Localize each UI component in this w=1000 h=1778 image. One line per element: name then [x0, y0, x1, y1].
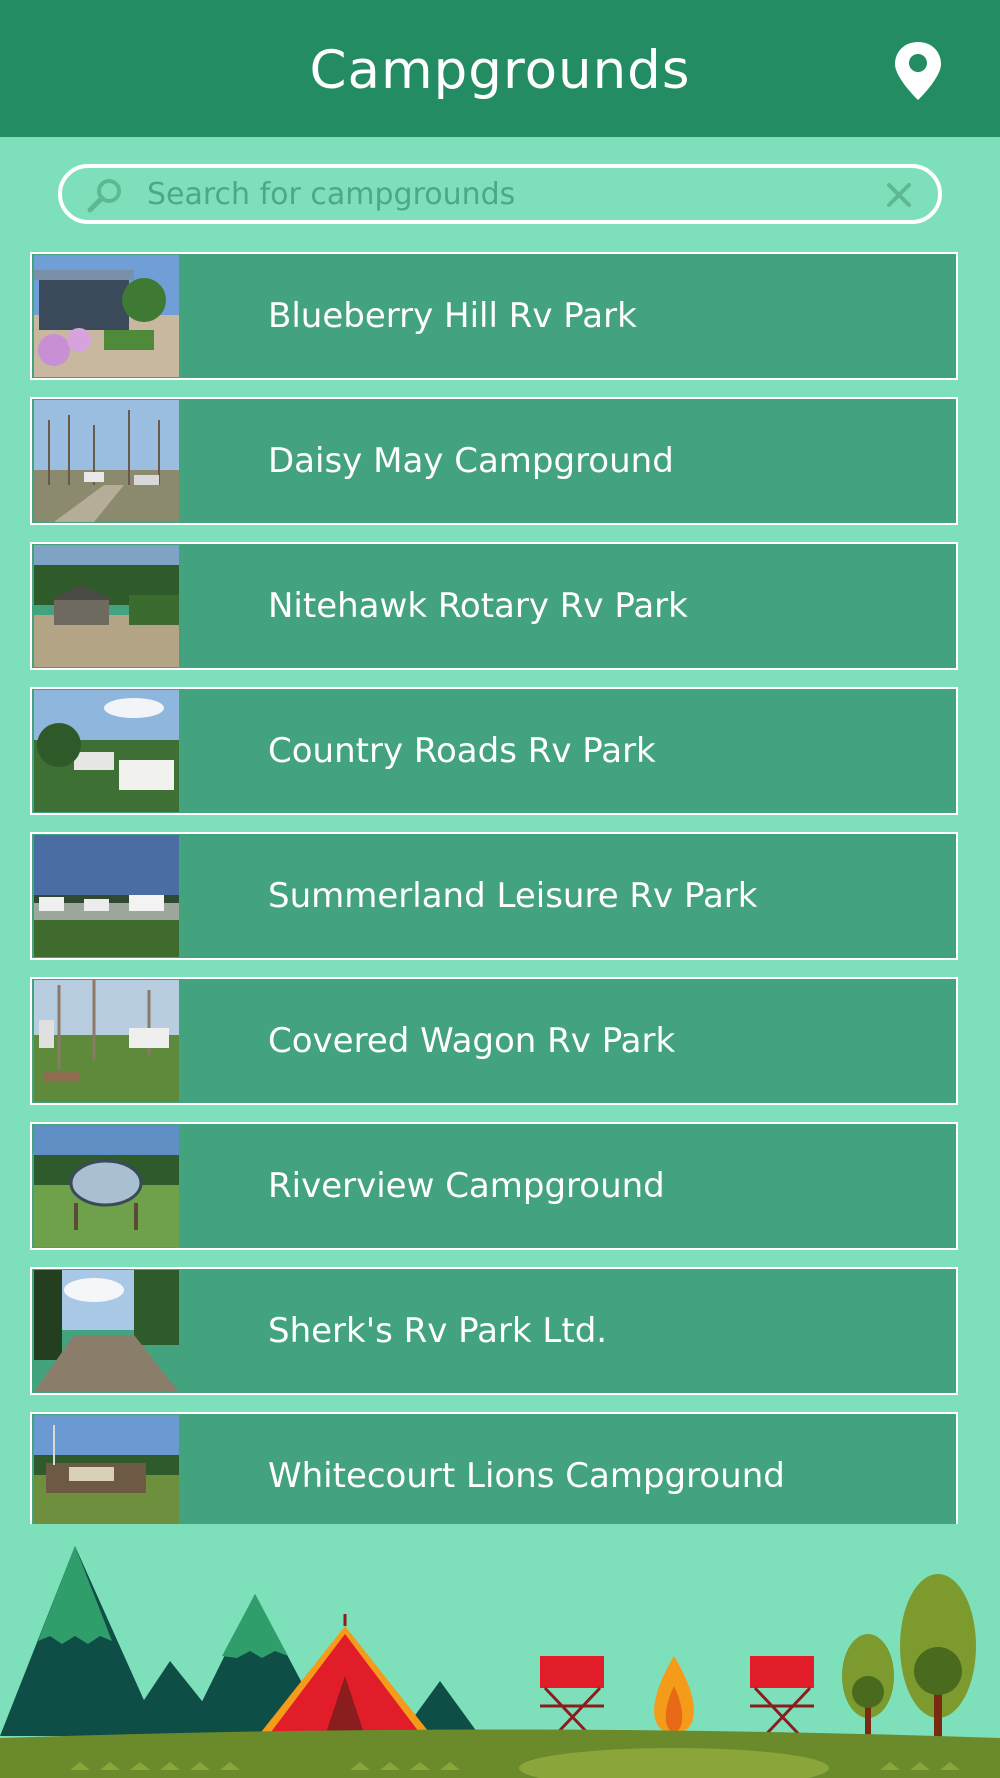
page-title: Campgrounds — [309, 40, 691, 101]
close-icon[interactable] — [884, 180, 914, 210]
campground-name: Daisy May Campground — [268, 441, 674, 481]
campground-list[interactable]: Blueberry Hill Rv Park Daisy May Campgro… — [30, 252, 958, 1524]
list-item[interactable]: Covered Wagon Rv Park — [30, 977, 958, 1105]
search-bar[interactable] — [58, 164, 942, 224]
map-pin-icon[interactable] — [890, 40, 946, 102]
list-item[interactable]: Daisy May Campground — [30, 397, 958, 525]
list-item[interactable]: Riverview Campground — [30, 1122, 958, 1250]
campground-name: Sherk's Rv Park Ltd. — [268, 1311, 608, 1351]
magnifier-icon — [87, 179, 121, 213]
list-item[interactable]: Country Roads Rv Park — [30, 687, 958, 815]
campground-name: Riverview Campground — [268, 1166, 665, 1206]
campground-photo — [34, 1415, 179, 1524]
campground-photo — [34, 255, 179, 377]
campground-photo — [34, 980, 179, 1102]
campground-name: Summerland Leisure Rv Park — [268, 876, 758, 916]
campground-name: Covered Wagon Rv Park — [268, 1021, 676, 1061]
campground-photo — [34, 545, 179, 667]
campground-photo — [34, 1125, 179, 1247]
list-item[interactable]: Whitecourt Lions Campground — [30, 1412, 958, 1524]
campground-photo — [34, 1270, 179, 1392]
list-item[interactable]: Blueberry Hill Rv Park — [30, 252, 958, 380]
campground-photo — [34, 400, 179, 522]
list-item[interactable]: Sherk's Rv Park Ltd. — [30, 1267, 958, 1395]
campsite-illustration — [0, 1546, 1000, 1778]
search-input[interactable] — [147, 168, 847, 220]
list-item[interactable]: Nitehawk Rotary Rv Park — [30, 542, 958, 670]
campground-name: Whitecourt Lions Campground — [268, 1456, 785, 1496]
campground-name: Country Roads Rv Park — [268, 731, 656, 771]
list-item[interactable]: Summerland Leisure Rv Park — [30, 832, 958, 960]
campground-photo — [34, 835, 179, 957]
campground-name: Nitehawk Rotary Rv Park — [268, 586, 688, 626]
app-header: Campgrounds — [0, 0, 1000, 137]
campground-name: Blueberry Hill Rv Park — [268, 296, 637, 336]
campground-photo — [34, 690, 179, 812]
